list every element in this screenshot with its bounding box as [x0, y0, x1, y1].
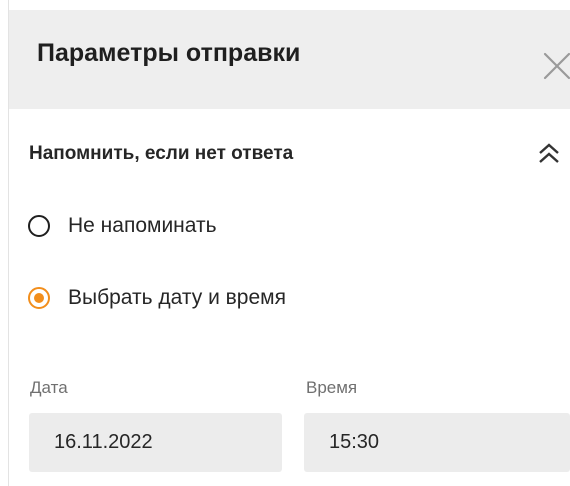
radio-choose-date-time[interactable]: Выбрать дату и время	[28, 286, 286, 310]
panel-header: Параметры отправки	[9, 10, 570, 109]
radio-no-reminder[interactable]: Не напоминать	[28, 214, 217, 238]
date-label: Дата	[30, 378, 68, 397]
close-button[interactable]	[543, 52, 570, 80]
radio-label-no-reminder: Не напоминать	[68, 214, 217, 237]
radio-label-choose-date-time: Выбрать дату и время	[68, 286, 286, 309]
collapse-section-button[interactable]	[536, 142, 562, 166]
panel-title: Параметры отправки	[37, 39, 301, 67]
close-icon	[543, 52, 570, 80]
date-field[interactable]: 16.11.2022	[29, 413, 282, 472]
time-value: 15:30	[329, 431, 380, 453]
time-field[interactable]: 15:30	[304, 413, 570, 472]
double-chevron-up-icon	[539, 143, 559, 163]
radio-selected-icon	[28, 287, 50, 309]
radio-unselected-icon	[28, 215, 50, 237]
time-label: Время	[306, 378, 358, 397]
send-parameters-panel: Параметры отправки Напомнить, если нет о…	[0, 0, 570, 486]
date-value: 16.11.2022	[54, 431, 153, 453]
section-title: Напомнить, если нет ответа	[29, 143, 294, 164]
